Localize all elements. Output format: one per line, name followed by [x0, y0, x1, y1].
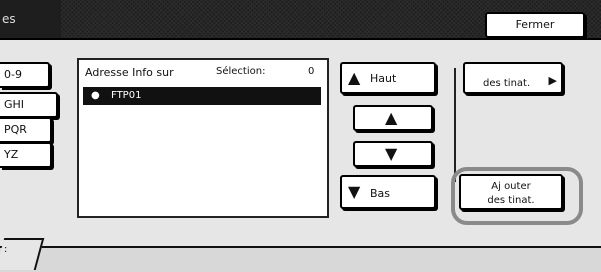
triangle-up-icon: ▲: [348, 68, 361, 87]
person-icon: ●: [91, 90, 100, 101]
top-button[interactable]: ▲ Haut: [340, 62, 436, 94]
title-bar: es Fermer: [0, 0, 601, 40]
list-item-label: FTP01: [111, 90, 142, 101]
address-list-panel: Adresse Info sur Sélection: 0 ● FTP01: [77, 58, 329, 218]
screen-title: es: [2, 12, 16, 26]
bottom-tab-label: :: [4, 244, 8, 255]
top-button-label: Haut: [370, 72, 397, 85]
bottom-button[interactable]: ▼ Bas: [340, 175, 436, 209]
bottom-button-label: Bas: [370, 187, 391, 200]
list-header: Adresse Info sur: [85, 66, 174, 79]
selection-count: 0: [308, 66, 315, 77]
divider: [454, 68, 456, 182]
destination-button-label: des tinat.: [483, 78, 531, 89]
tab-0-9[interactable]: 0-9: [0, 62, 50, 88]
scroll-up-button[interactable]: ▲: [353, 105, 433, 131]
triangle-right-icon: ▶: [548, 74, 557, 87]
triangle-down-icon: ▼: [385, 144, 398, 163]
selection-label: Sélection:: [216, 66, 266, 77]
list-item[interactable]: ● FTP01: [83, 87, 321, 105]
add-destination-button[interactable]: Aj outer des tinat.: [459, 174, 563, 210]
triangle-down-icon: ▼: [348, 182, 361, 201]
tab-pqr[interactable]: PQR: [0, 117, 52, 143]
close-button[interactable]: Fermer: [485, 12, 585, 38]
destination-button[interactable]: des tinat. ▶: [463, 62, 563, 94]
screen: es Fermer 0-9 GHI PQR YZ Adresse Info su…: [0, 0, 601, 272]
tab-yz[interactable]: YZ: [0, 142, 52, 168]
triangle-up-icon: ▲: [385, 108, 398, 127]
tab-ghi[interactable]: GHI: [0, 92, 58, 118]
bottom-strip: [0, 246, 601, 272]
add-destination-line2: des tinat.: [487, 195, 535, 206]
scroll-down-button[interactable]: ▼: [353, 141, 433, 167]
add-destination-line1: Aj outer: [491, 181, 531, 192]
